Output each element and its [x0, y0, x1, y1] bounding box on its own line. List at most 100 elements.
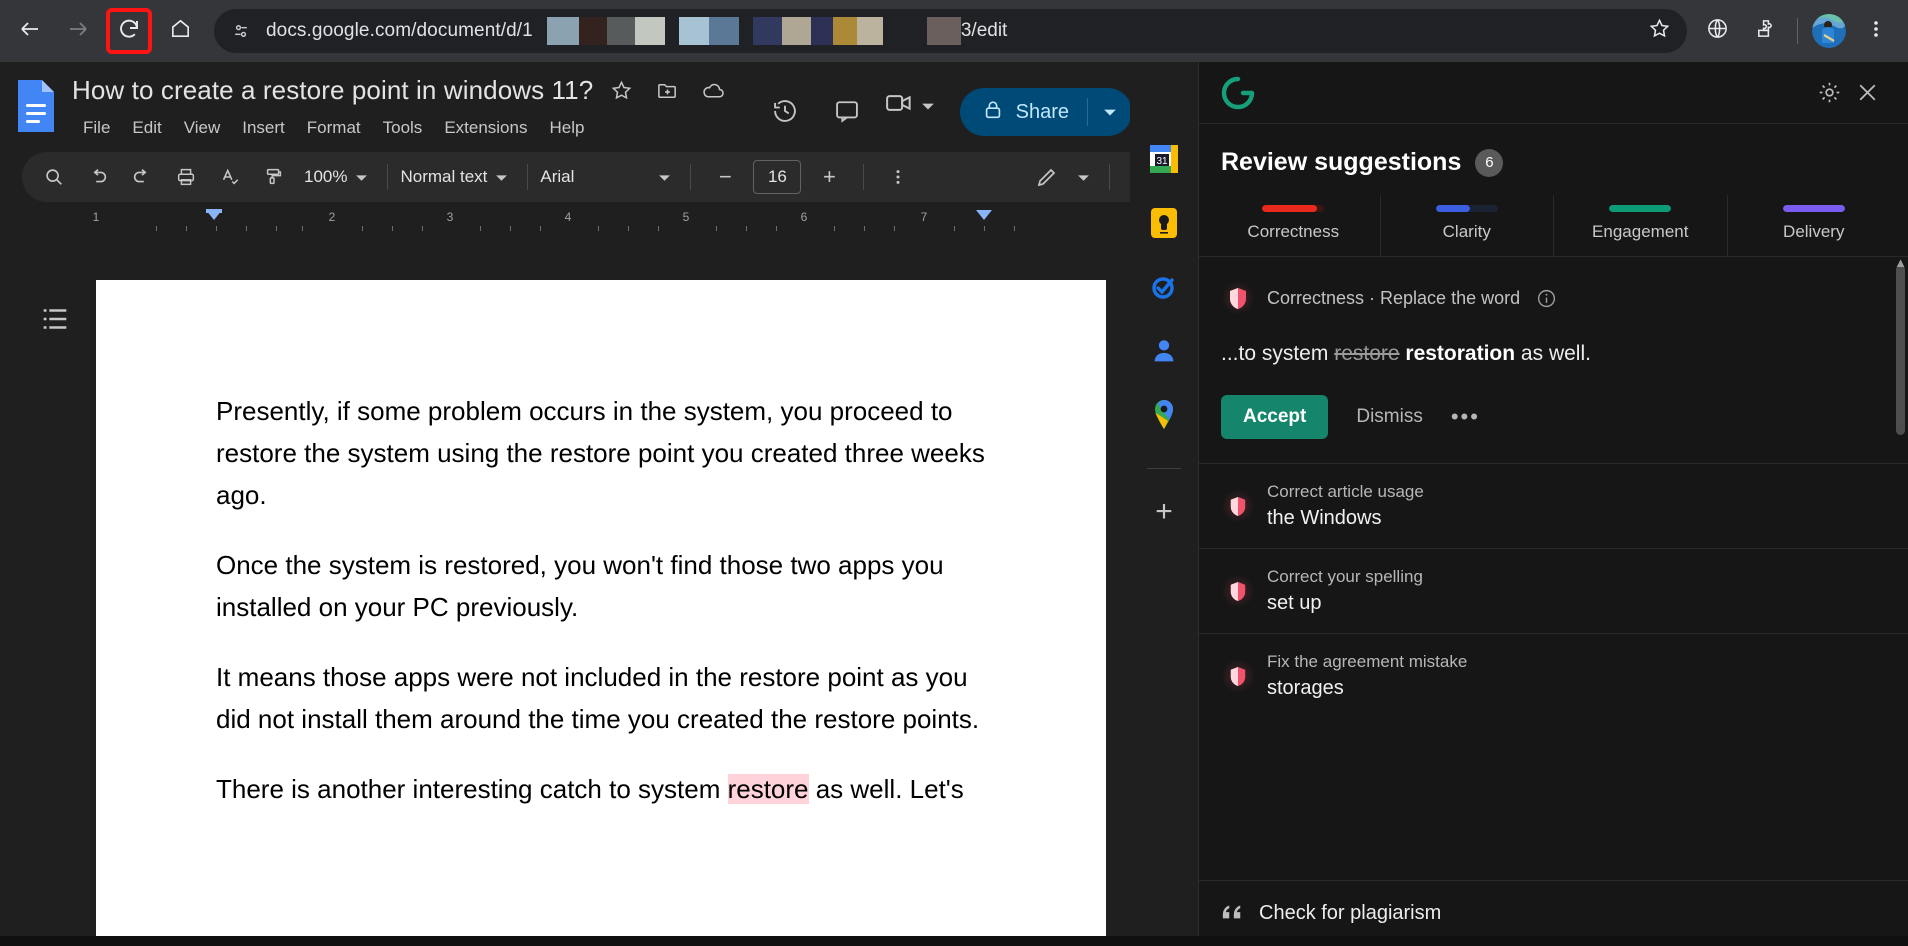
- google-maps-icon[interactable]: [1147, 398, 1181, 432]
- google-calendar-icon[interactable]: 31: [1147, 142, 1181, 176]
- editing-mode-pen-icon[interactable]: [1027, 157, 1067, 197]
- menu-item-help[interactable]: Help: [538, 114, 595, 142]
- menu-item-tools[interactable]: Tools: [372, 114, 434, 142]
- url-redaction-group-4: [926, 17, 961, 45]
- browser-menu-button[interactable]: [1855, 10, 1897, 52]
- list-item-title: Fix the agreement mistake: [1267, 652, 1468, 671]
- google-keep-icon[interactable]: [1147, 206, 1181, 240]
- chevron-down-icon[interactable]: [487, 171, 515, 184]
- redaction-block: [708, 17, 739, 45]
- chevron-down-icon[interactable]: [1088, 105, 1132, 119]
- chevron-down-icon[interactable]: [650, 171, 678, 184]
- document-outline-icon[interactable]: [38, 302, 74, 338]
- paragraph-style-dropdown[interactable]: Normal text: [400, 167, 515, 187]
- extensions-button[interactable]: [1744, 10, 1786, 52]
- engagement-score-bar: [1609, 205, 1672, 212]
- menu-item-file[interactable]: File: [72, 114, 121, 142]
- list-item-texts: Correct article usage the Windows: [1267, 482, 1424, 530]
- docs-menu-bar: File Edit View Insert Format Tools Exten…: [72, 114, 754, 142]
- menu-item-insert[interactable]: Insert: [231, 114, 296, 142]
- decrease-font-size-button[interactable]: −: [705, 157, 745, 197]
- undo-icon[interactable]: [78, 157, 118, 197]
- video-call-button[interactable]: [884, 88, 942, 123]
- document-page[interactable]: Presently, if some problem occurs in the…: [96, 280, 1106, 946]
- reload-button[interactable]: [106, 8, 152, 54]
- chevron-down-icon[interactable]: [914, 99, 942, 113]
- site-settings-icon[interactable]: [224, 14, 258, 48]
- paragraph-style-value: Normal text: [400, 167, 488, 186]
- font-family-dropdown[interactable]: Arial: [540, 167, 678, 187]
- list-item[interactable]: Fix the agreement mistake storages: [1199, 633, 1908, 718]
- chevron-down-icon[interactable]: [347, 171, 375, 184]
- tab-delivery[interactable]: Delivery: [1728, 195, 1901, 256]
- gear-icon[interactable]: [1810, 74, 1848, 112]
- redaction-block: [752, 17, 782, 45]
- ruler-number: 7: [920, 210, 928, 224]
- version-history-icon[interactable]: [762, 88, 808, 134]
- google-tasks-icon[interactable]: [1147, 270, 1181, 304]
- search-icon[interactable]: [34, 157, 74, 197]
- chevron-down-icon[interactable]: [1069, 171, 1097, 184]
- list-item[interactable]: Correct your spelling set up: [1199, 548, 1908, 633]
- tab-engagement[interactable]: Engagement: [1554, 195, 1728, 256]
- correctness-shield-icon: [1221, 281, 1255, 315]
- home-button[interactable]: [160, 11, 200, 51]
- menu-item-extensions[interactable]: Extensions: [433, 114, 538, 142]
- page-title[interactable]: How to create a restore point in windows…: [72, 75, 593, 106]
- increase-font-size-button[interactable]: +: [809, 157, 849, 197]
- bookmark-button[interactable]: [1641, 13, 1677, 49]
- zoom-control[interactable]: 100%: [304, 167, 375, 187]
- share-button[interactable]: Share: [959, 88, 1132, 136]
- card-suggestion-text: ...to system restore restoration as well…: [1221, 339, 1886, 369]
- font-size-input[interactable]: 16: [753, 160, 802, 194]
- tab-clarity[interactable]: Clarity: [1381, 195, 1554, 256]
- url-text: docs.google.com/document/d/1: [266, 20, 533, 41]
- horizontal-ruler[interactable]: 1 2 3 4 5 6 7: [93, 209, 1102, 232]
- indent-marker-right[interactable]: [976, 210, 992, 220]
- accept-button[interactable]: Accept: [1221, 395, 1329, 439]
- panel-scrollbar[interactable]: [1896, 265, 1905, 435]
- info-icon[interactable]: [1534, 286, 1558, 310]
- active-suggestion-card[interactable]: Correctness · Replace the word ...to sys…: [1199, 257, 1908, 449]
- list-item-value: the Windows: [1267, 507, 1382, 529]
- print-icon[interactable]: [166, 157, 206, 197]
- comment-history-icon[interactable]: [824, 88, 870, 134]
- tab-correctness[interactable]: Correctness: [1207, 195, 1381, 256]
- card-actions: Accept Dismiss •••: [1221, 395, 1886, 439]
- address-bar[interactable]: docs.google.com/document/d/1 3/edit: [214, 9, 1687, 53]
- list-item-title: Correct article usage: [1267, 482, 1424, 501]
- docs-title-block: How to create a restore point in windows…: [72, 72, 754, 142]
- spellcheck-icon[interactable]: [210, 157, 250, 197]
- suggestion-list: Correct article usage the Windows Correc…: [1199, 463, 1908, 718]
- quote-icon: [1221, 901, 1243, 927]
- forward-button[interactable]: [58, 11, 98, 51]
- back-button[interactable]: [10, 11, 50, 51]
- ruler-number: 2: [328, 210, 336, 224]
- redo-icon[interactable]: [122, 157, 162, 197]
- scroll-up-arrow-icon[interactable]: ▲: [1894, 257, 1907, 270]
- star-icon[interactable]: [603, 72, 639, 108]
- grammarly-suggestions-body: ▲ Correctness · Replace the word ...to s…: [1199, 257, 1908, 880]
- toolbar-divider: [1109, 164, 1110, 190]
- card-header: Correctness · Replace the word: [1221, 281, 1886, 315]
- move-to-folder-icon[interactable]: [649, 72, 685, 108]
- list-item[interactable]: Correct article usage the Windows: [1199, 463, 1908, 548]
- paint-format-icon[interactable]: [254, 157, 294, 197]
- menu-item-view[interactable]: View: [173, 114, 232, 142]
- dismiss-button[interactable]: Dismiss: [1356, 406, 1423, 428]
- add-ons-plus-icon[interactable]: +: [1147, 495, 1181, 529]
- saved-to-drive-icon[interactable]: [695, 72, 731, 108]
- document-body[interactable]: Presently, if some problem occurs in the…: [96, 280, 1106, 810]
- close-icon[interactable]: [1848, 74, 1886, 112]
- card-more-options-icon[interactable]: •••: [1451, 404, 1480, 430]
- redaction-block: [606, 17, 635, 45]
- more-vertical-icon[interactable]: [878, 157, 918, 197]
- menu-item-format[interactable]: Format: [296, 114, 372, 142]
- contacts-icon[interactable]: [1147, 334, 1181, 368]
- grammar-highlight[interactable]: restore: [727, 774, 809, 804]
- translate-globe-button[interactable]: [1696, 10, 1738, 52]
- menu-item-edit[interactable]: Edit: [121, 114, 172, 142]
- grammarly-category-tabs: Correctness Clarity Engagement Delivery: [1199, 195, 1908, 257]
- profile-avatar[interactable]: [1812, 14, 1846, 48]
- minus-icon: −: [718, 164, 732, 189]
